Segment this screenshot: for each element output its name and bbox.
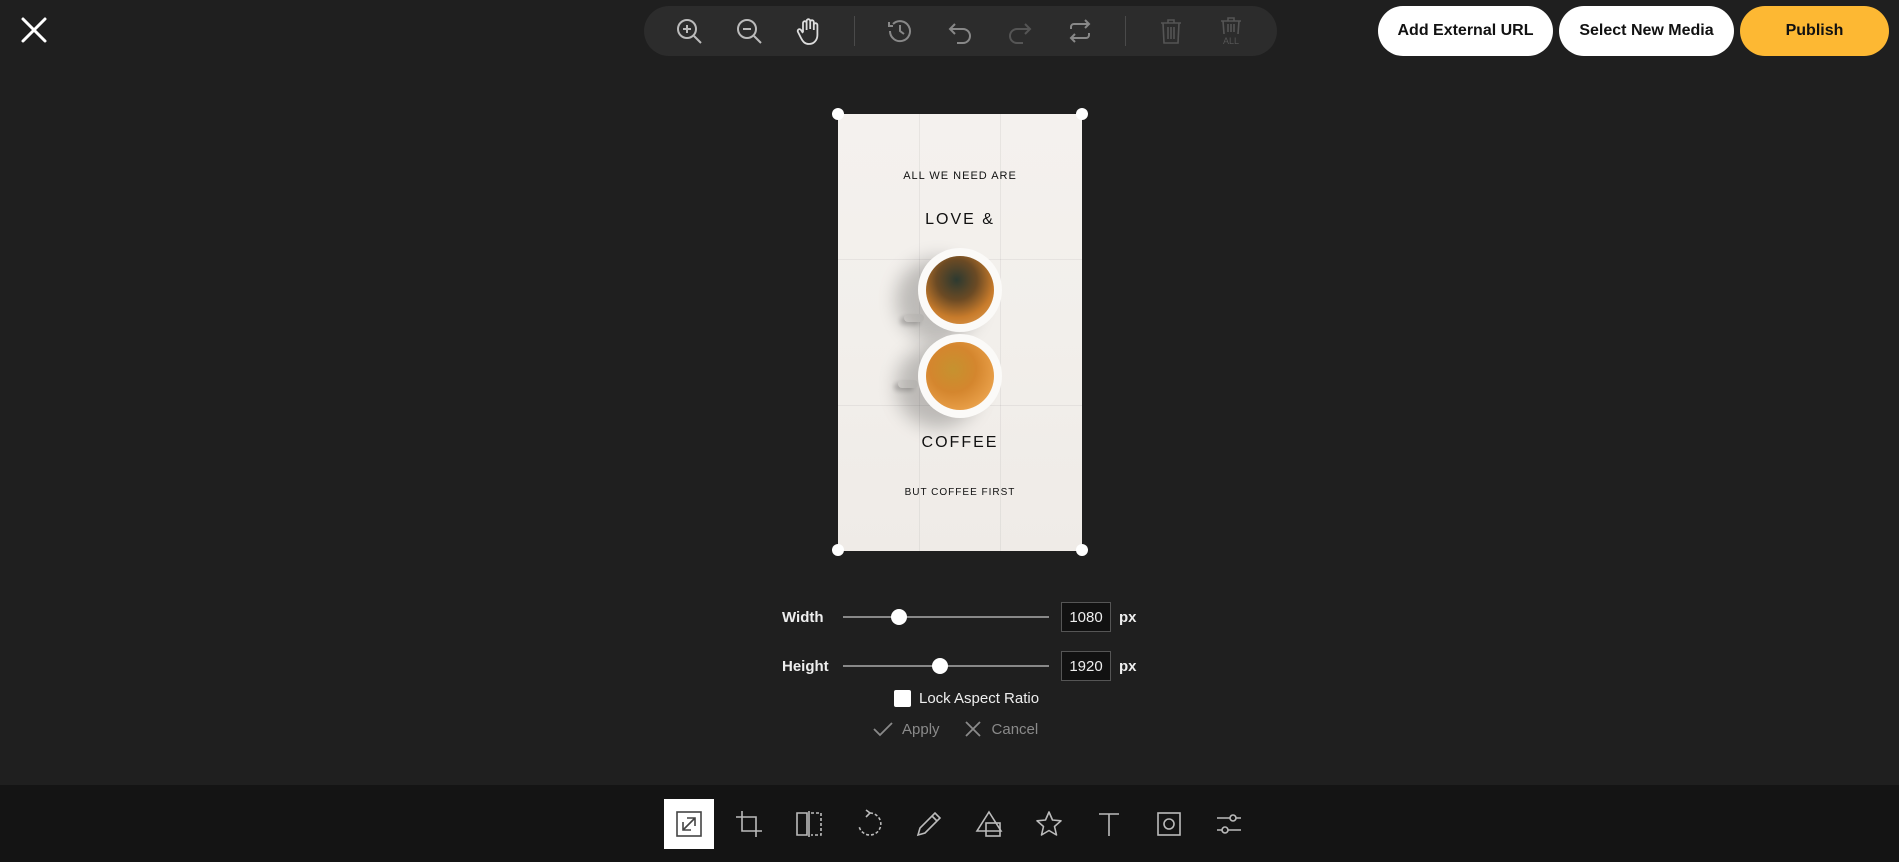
coffee-cup-top (918, 248, 1002, 332)
pan-hand-icon (796, 18, 819, 45)
image-text-line-3: COFFEE (921, 434, 999, 451)
apply-label: Apply (902, 720, 940, 738)
width-control: Width px (782, 602, 1142, 632)
delete-all-icon: ALL (1221, 17, 1241, 46)
lock-aspect-ratio-row[interactable]: Lock Aspect Ratio (894, 690, 1039, 707)
close-icon (21, 17, 47, 43)
cancel-button[interactable]: Cancel (962, 718, 1039, 740)
apply-button[interactable]: Apply (872, 718, 940, 740)
resize-handle-bottom-right[interactable] (1076, 544, 1088, 556)
zoom-in-button[interactable] (674, 16, 704, 46)
adjust-filters-icon (1217, 814, 1241, 834)
toolbar-divider (1125, 16, 1126, 46)
resize-handle-bottom-left[interactable] (832, 544, 844, 556)
image-canvas[interactable]: ALL WE NEED ARE LOVE & COFFEE BUT COFFEE… (838, 114, 1082, 551)
height-control: Height px (782, 651, 1142, 681)
rotate-tool[interactable] (844, 799, 894, 849)
flip-tool[interactable] (784, 799, 834, 849)
crop-tool[interactable] (724, 799, 774, 849)
width-label: Width (782, 608, 824, 626)
height-slider[interactable] (843, 658, 1049, 674)
frame-tool[interactable] (1144, 799, 1194, 849)
resize-actions: Apply Cancel (872, 718, 1060, 740)
cup-handle (904, 314, 924, 322)
history-button[interactable] (885, 16, 915, 46)
draw-icon (916, 811, 942, 837)
delete-button[interactable] (1156, 16, 1186, 46)
adjust-tool[interactable] (1204, 799, 1254, 849)
reset-button[interactable] (1065, 16, 1095, 46)
resize-tool[interactable] (664, 799, 714, 849)
sticker-tool[interactable] (1024, 799, 1074, 849)
redo-button[interactable] (1005, 16, 1035, 46)
crop-icon (736, 811, 762, 837)
shapes-icon (975, 810, 1003, 837)
height-slider-thumb[interactable] (931, 658, 948, 674)
image-text-line-1: ALL WE NEED ARE (903, 170, 1017, 182)
publish-button[interactable]: Publish (1740, 6, 1889, 56)
width-unit: px (1119, 608, 1137, 626)
height-input[interactable] (1061, 651, 1111, 681)
undo-button[interactable] (945, 16, 975, 46)
zoom-out-icon (737, 19, 762, 44)
width-slider[interactable] (843, 609, 1049, 625)
text-tool[interactable] (1084, 799, 1134, 849)
image-text-line-4: BUT COFFEE FIRST (904, 487, 1016, 498)
history-icon (888, 20, 911, 43)
delete-all-button[interactable]: ALL (1216, 16, 1246, 46)
resize-handle-top-right[interactable] (1076, 108, 1088, 120)
width-slider-thumb[interactable] (890, 609, 907, 625)
resize-icon (676, 811, 702, 837)
undo-icon (948, 23, 971, 44)
toolbar-divider (854, 16, 855, 46)
sticker-star-icon (1036, 811, 1062, 836)
pan-hand-button[interactable] (794, 16, 824, 46)
lock-aspect-ratio-checkbox[interactable] (894, 690, 911, 707)
delete-icon (1161, 19, 1181, 44)
cancel-label: Cancel (991, 720, 1039, 738)
zoom-out-button[interactable] (734, 16, 764, 46)
image-text-line-2: LOVE & (925, 211, 995, 228)
draw-tool[interactable] (904, 799, 954, 849)
frame-icon (1157, 812, 1181, 836)
select-new-media-button[interactable]: Select New Media (1559, 6, 1734, 56)
check-icon (873, 722, 893, 737)
svg-text:ALL: ALL (1223, 36, 1239, 46)
resize-handle-top-left[interactable] (832, 108, 844, 120)
shapes-tool[interactable] (964, 799, 1014, 849)
zoom-in-icon (677, 19, 702, 44)
flip-icon (796, 811, 822, 837)
close-button[interactable] (18, 14, 50, 46)
editor-toolbar: ALL (644, 6, 1277, 56)
lock-aspect-ratio-label: Lock Aspect Ratio (919, 690, 1040, 707)
width-input[interactable] (1061, 602, 1111, 632)
cup-handle (898, 380, 918, 388)
rotate-icon (858, 809, 882, 836)
bottom-toolbar (0, 785, 1899, 862)
height-unit: px (1119, 657, 1137, 675)
cancel-x-icon (964, 721, 981, 737)
coffee-cup-bottom (918, 334, 1002, 418)
height-label: Height (782, 657, 829, 675)
reset-icon (1069, 19, 1091, 43)
redo-icon (1009, 23, 1032, 44)
add-external-url-button[interactable]: Add External URL (1378, 6, 1553, 56)
text-icon (1099, 813, 1119, 836)
